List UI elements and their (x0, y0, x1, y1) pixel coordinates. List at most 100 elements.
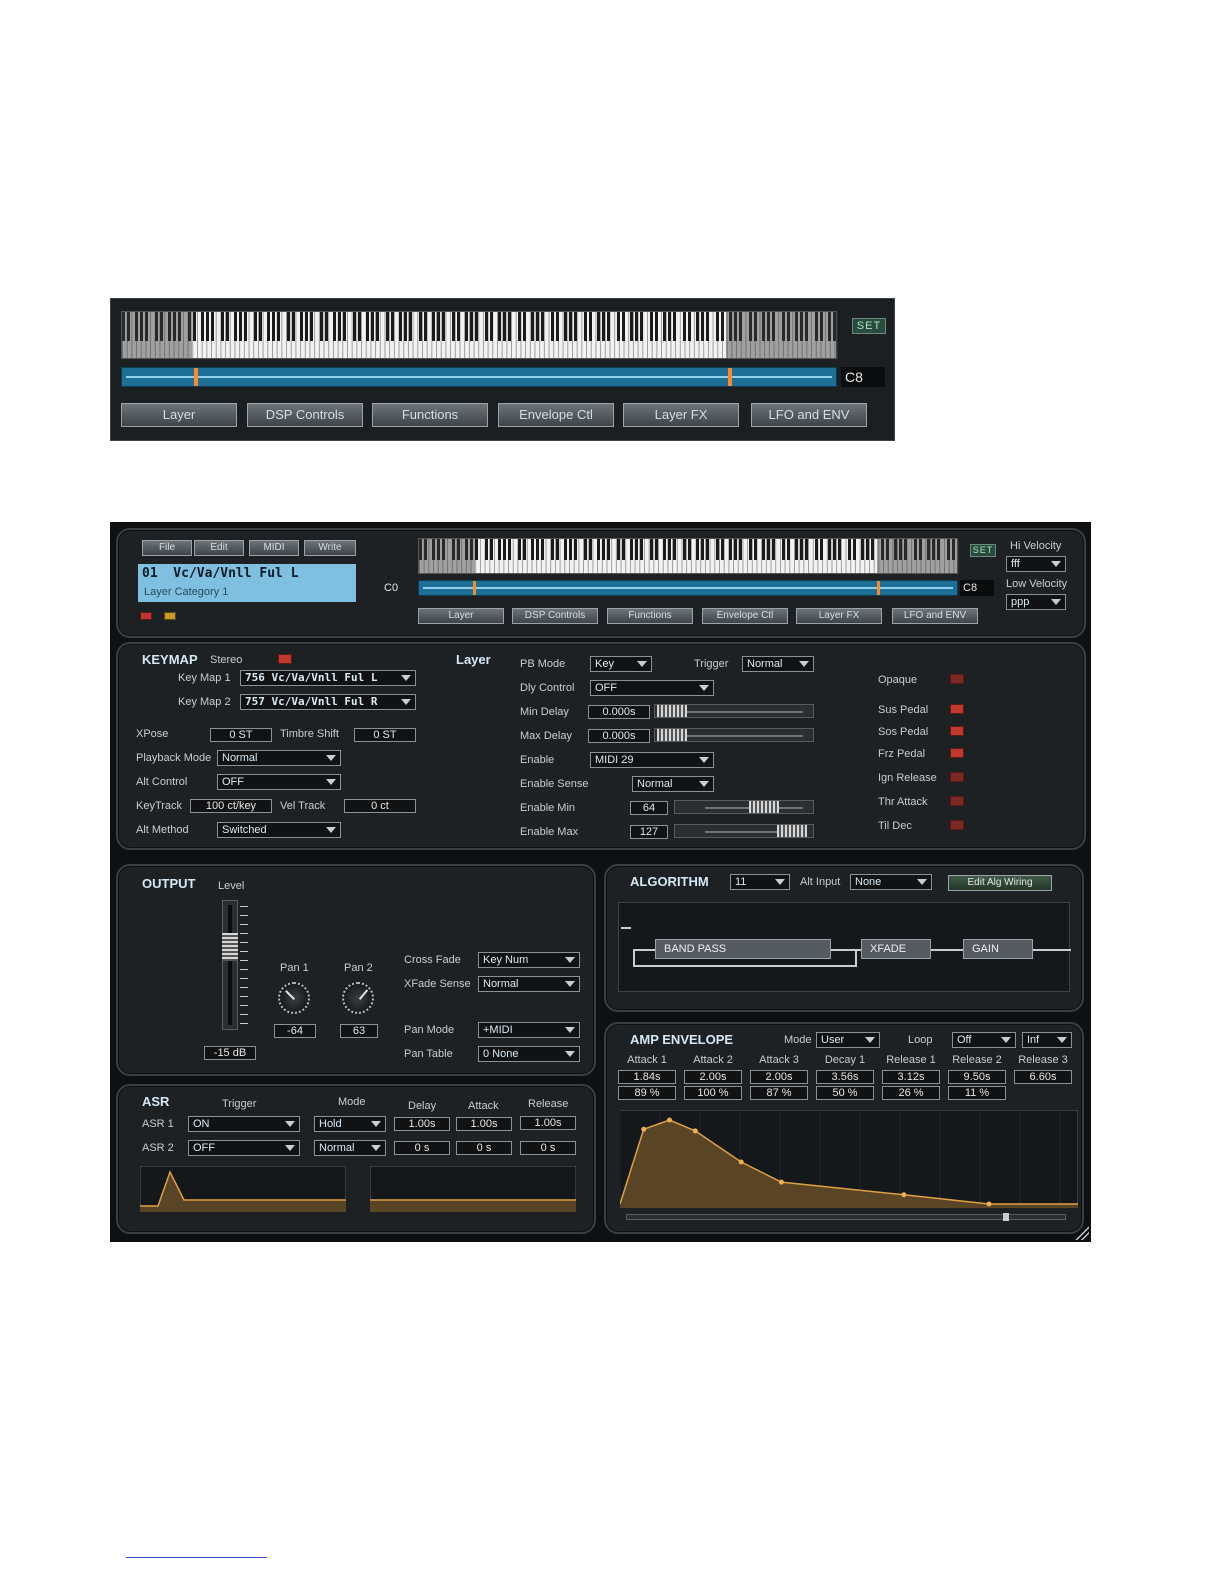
envelope-point[interactable] (986, 1201, 992, 1207)
key-range-bar[interactable] (121, 367, 837, 387)
range-high-handle[interactable] (877, 581, 880, 595)
envelope-scrollbar[interactable] (626, 1213, 1066, 1221)
envelope-segment-time[interactable]: 6.60s (1014, 1070, 1072, 1084)
resize-grip-icon[interactable] (1075, 1226, 1089, 1240)
alt-method-select[interactable]: Switched (217, 822, 341, 838)
algorithm-select[interactable]: 11 (730, 874, 790, 890)
timbre-shift-value[interactable]: 0 ST (354, 728, 416, 742)
pan2-value[interactable]: 63 (340, 1024, 378, 1038)
envelope-segment-level[interactable]: 26 % (882, 1086, 940, 1100)
alt-input-select[interactable]: None (850, 874, 932, 890)
envelope-segment-time[interactable]: 3.12s (882, 1070, 940, 1084)
tab-dsp-controls[interactable]: DSP Controls (247, 403, 363, 427)
til-dec-led[interactable] (950, 820, 964, 830)
key-map-1-select[interactable]: 756 Vc/Va/Vnll Ful L (240, 670, 416, 686)
keyboard[interactable] (418, 538, 959, 574)
envelope-segment-time[interactable]: 3.56s (816, 1070, 874, 1084)
sus-pedal-led[interactable] (950, 704, 964, 714)
range-low-handle[interactable] (194, 368, 198, 386)
tab-lfo-and-env[interactable]: LFO and ENV (892, 608, 978, 624)
envelope-point[interactable] (901, 1192, 907, 1198)
alt-control-select[interactable]: OFF (217, 774, 341, 790)
pan-table-select[interactable]: 0 None (478, 1046, 580, 1062)
set-button[interactable]: SET (970, 544, 996, 557)
tab-envelope-ctl[interactable]: Envelope Ctl (498, 403, 614, 427)
menu-midi[interactable]: MIDI (249, 540, 299, 556)
min-delay-value[interactable]: 0.000s (588, 705, 650, 719)
envelope-segment-time[interactable]: 2.00s (684, 1070, 742, 1084)
opaque-led[interactable] (950, 674, 964, 684)
envelope-segment-time[interactable]: 1.84s (618, 1070, 676, 1084)
loop-count-select[interactable]: Inf (1022, 1032, 1072, 1048)
enable-max-slider[interactable] (674, 824, 814, 838)
xfade-block[interactable]: XFADE (861, 939, 931, 959)
envelope-segment-level[interactable]: 50 % (816, 1086, 874, 1100)
tab-envelope-ctl[interactable]: Envelope Ctl (702, 608, 788, 624)
set-button[interactable]: SET (852, 318, 886, 334)
sos-pedal-led[interactable] (950, 726, 964, 736)
pan-mode-select[interactable]: +MIDI (478, 1022, 580, 1038)
menu-edit[interactable]: Edit (194, 540, 244, 556)
loop-select[interactable]: Off (952, 1032, 1016, 1048)
level-fader-thumb[interactable] (222, 933, 238, 961)
key-map-2-select[interactable]: 757 Vc/Va/Vnll Ful R (240, 694, 416, 710)
min-delay-slider[interactable] (654, 704, 814, 718)
tab-layer[interactable]: Layer (418, 608, 504, 624)
xfade-sense-select[interactable]: Normal (478, 976, 580, 992)
tab-layer[interactable]: Layer (121, 403, 237, 427)
ign-release-led[interactable] (950, 772, 964, 782)
key-range-bar[interactable] (418, 580, 958, 596)
layer-led-1[interactable] (140, 612, 152, 620)
envelope-graph[interactable] (620, 1110, 1078, 1208)
xpose-value[interactable]: 0 ST (210, 728, 272, 742)
thr-attack-led[interactable] (950, 796, 964, 806)
enable-max-value[interactable]: 127 (630, 825, 668, 839)
asr1-delay-value[interactable]: 1.00s (394, 1117, 450, 1131)
max-delay-slider[interactable] (654, 728, 814, 742)
enable-select[interactable]: MIDI 29 (590, 752, 714, 768)
envelope-segment-level[interactable]: 87 % (750, 1086, 808, 1100)
layer-led-2[interactable] (164, 612, 176, 620)
level-value[interactable]: -15 dB (204, 1046, 256, 1060)
tab-functions[interactable]: Functions (607, 608, 693, 624)
asr2-mode-select[interactable]: Normal (314, 1140, 386, 1156)
envelope-segment-level[interactable]: 100 % (684, 1086, 742, 1100)
tab-layer-fx[interactable]: Layer FX (623, 403, 739, 427)
pan1-value[interactable]: -64 (274, 1024, 316, 1038)
asr2-trigger-select[interactable]: OFF (188, 1140, 300, 1156)
envelope-point[interactable] (778, 1179, 784, 1185)
keytrack-value[interactable]: 100 ct/key (190, 799, 272, 813)
pb-mode-select[interactable]: Key (590, 656, 652, 672)
level-fader[interactable] (222, 900, 238, 1030)
tab-lfo-and-env[interactable]: LFO and ENV (751, 403, 867, 427)
envelope-point[interactable] (692, 1128, 698, 1134)
band-pass-block[interactable]: BAND PASS (655, 939, 831, 959)
footer-link-underline[interactable] (126, 1557, 267, 1558)
asr1-mode-select[interactable]: Hold (314, 1116, 386, 1132)
asr1-attack-value[interactable]: 1.00s (456, 1117, 512, 1131)
range-low-handle[interactable] (473, 581, 476, 595)
enable-sense-select[interactable]: Normal (632, 776, 714, 792)
asr2-delay-value[interactable]: 0 s (394, 1141, 450, 1155)
stereo-led[interactable] (278, 654, 292, 664)
pan1-knob[interactable] (278, 982, 310, 1014)
asr1-trigger-select[interactable]: ON (188, 1116, 300, 1132)
frz-pedal-led[interactable] (950, 748, 964, 758)
asr2-attack-value[interactable]: 0 s (456, 1141, 512, 1155)
tab-dsp-controls[interactable]: DSP Controls (512, 608, 598, 624)
low-velocity-select[interactable]: ppp (1006, 594, 1066, 610)
edit-alg-wiring-button[interactable]: Edit Alg Wiring (948, 875, 1052, 891)
menu-write[interactable]: Write (304, 540, 356, 556)
program-display[interactable]: 01 Vc/Va/Vnll Ful L Layer Category 1 (138, 564, 356, 602)
dly-control-select[interactable]: OFF (590, 680, 714, 696)
asr1-release-value[interactable]: 1.00s (520, 1116, 576, 1130)
envelope-segment-time[interactable]: 2.00s (750, 1070, 808, 1084)
pan2-knob[interactable] (342, 982, 374, 1014)
max-delay-value[interactable]: 0.000s (588, 729, 650, 743)
trigger-select[interactable]: Normal (742, 656, 814, 672)
playback-mode-select[interactable]: Normal (217, 750, 341, 766)
menu-file[interactable]: File (142, 540, 192, 556)
enable-min-slider[interactable] (674, 800, 814, 814)
gain-block[interactable]: GAIN (963, 939, 1033, 959)
keyboard[interactable] (121, 311, 838, 359)
